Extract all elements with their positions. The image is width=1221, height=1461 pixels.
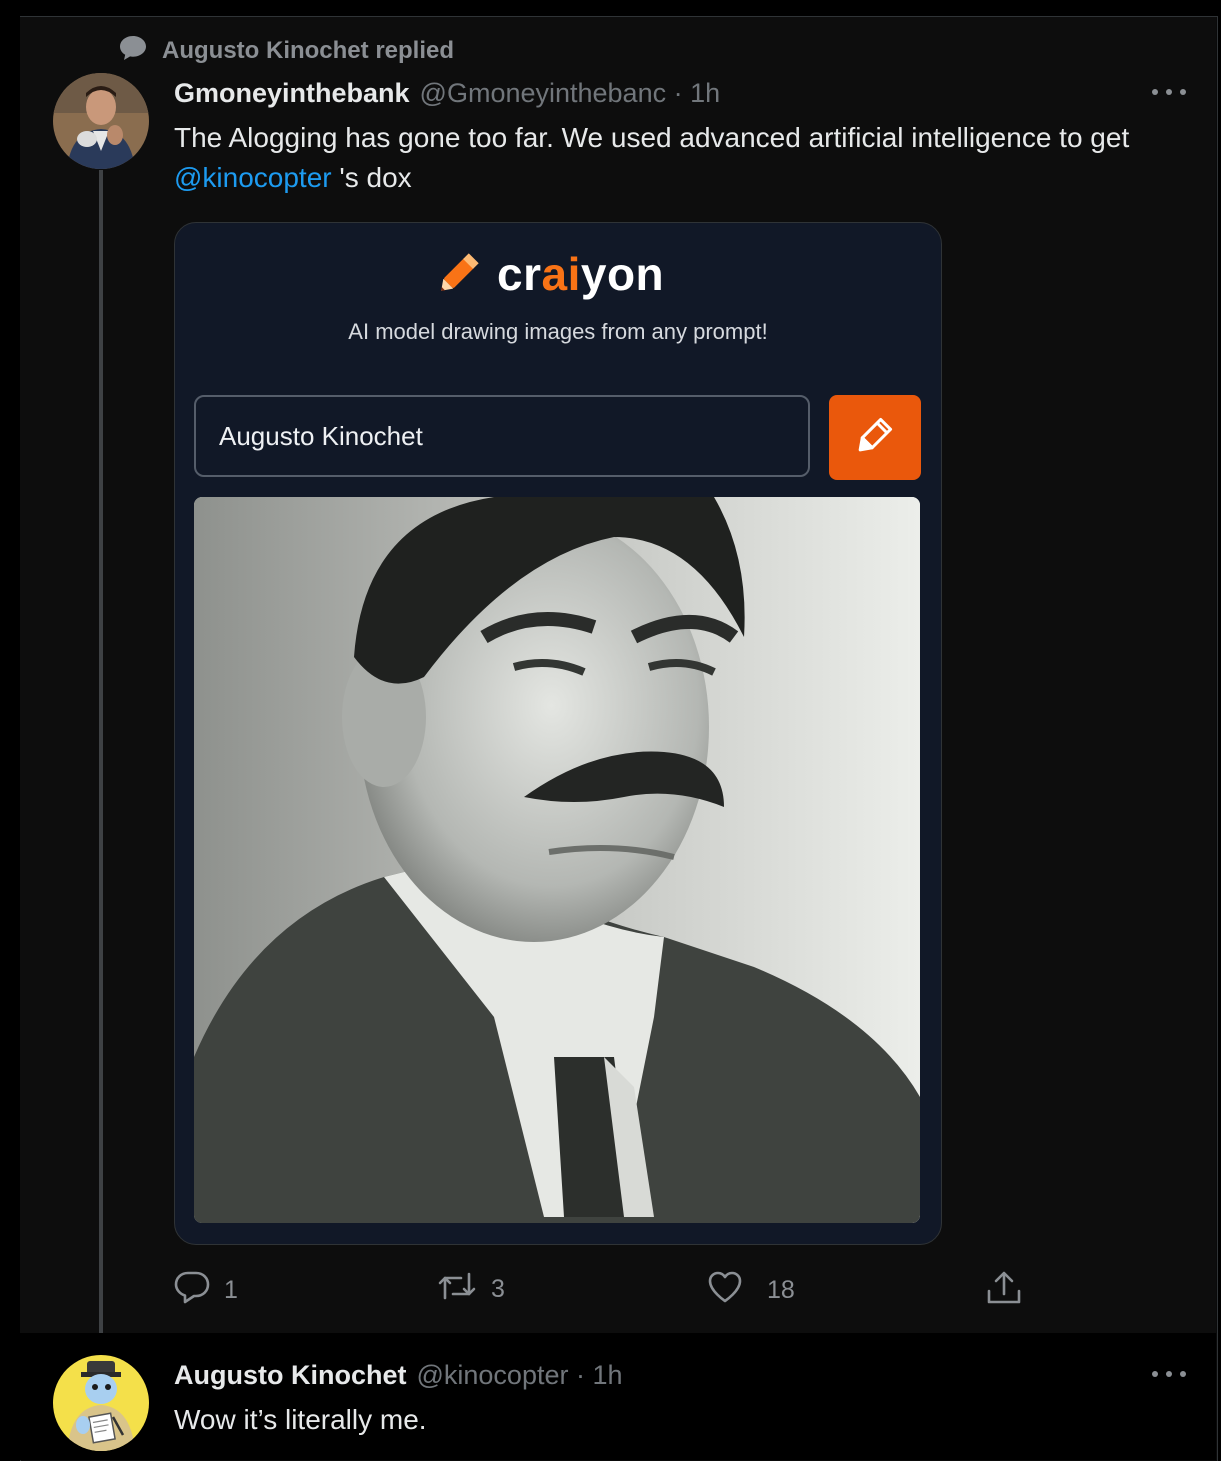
retweet-count: 3 — [491, 1275, 505, 1303]
brand-part: cr — [497, 247, 542, 300]
more-options-icon[interactable] — [1152, 89, 1186, 97]
avatar-gmoneyinthebank[interactable] — [53, 73, 149, 169]
tweet-text-part: The Alogging has gone too far. We used a… — [174, 122, 1130, 153]
display-name[interactable]: Gmoneyinthebank — [174, 78, 410, 109]
reply-icon — [174, 1270, 210, 1311]
prompt-input[interactable]: Augusto Kinochet — [194, 395, 810, 477]
generated-portrait-image[interactable] — [194, 497, 920, 1223]
tweet-text-part: 's dox — [331, 162, 412, 193]
like-action[interactable]: 18 — [707, 1270, 795, 1311]
handle-and-time[interactable]: @kinocopter · 1h — [416, 1360, 622, 1391]
reply-count: 1 — [224, 1276, 238, 1304]
more-options-icon[interactable] — [1152, 1371, 1186, 1379]
craiyon-wordmark: craiyon — [497, 247, 664, 301]
tweet2-header: Augusto Kinochet @kinocopter · 1h — [174, 1360, 623, 1391]
display-name[interactable]: Augusto Kinochet — [174, 1360, 406, 1391]
craiyon-tagline: AI model drawing images from any prompt! — [348, 319, 768, 344]
like-count: 18 — [767, 1276, 795, 1304]
tweet-kinocopter[interactable] — [20, 1333, 1216, 1460]
craiyon-logo: craiyon — [435, 245, 664, 302]
share-action[interactable] — [985, 1270, 1023, 1313]
pencil-icon — [850, 410, 900, 465]
tweet1-header: Gmoneyinthebank @Gmoneyinthebanc · 1h — [174, 78, 720, 109]
share-icon — [985, 1270, 1023, 1313]
craiyon-screenshot-card[interactable]: craiyon AI model drawing images from any… — [174, 222, 942, 1245]
heart-icon — [707, 1270, 743, 1311]
mention-link[interactable]: @kinocopter — [174, 162, 332, 193]
tweet1-text: The Alogging has gone too far. We used a… — [174, 118, 1184, 198]
avatar-kinocopter[interactable] — [53, 1355, 149, 1451]
tweet2-text: Wow it’s literally me. — [174, 1404, 427, 1435]
brand-part-ai: ai — [541, 247, 581, 300]
thread-line — [99, 170, 103, 1350]
reply-action[interactable]: 1 — [174, 1270, 238, 1311]
handle-and-time[interactable]: @Gmoneyinthebanc · 1h — [420, 78, 721, 109]
reply-context: Augusto Kinochet replied — [118, 34, 454, 67]
retweet-icon — [437, 1270, 477, 1309]
brand-part: yon — [580, 247, 665, 300]
reply-context-text: Augusto Kinochet replied — [162, 36, 455, 64]
draw-button[interactable] — [829, 395, 921, 480]
pencil-logo-icon — [435, 245, 487, 302]
retweet-action[interactable]: 3 — [437, 1270, 505, 1309]
speech-bubble-icon — [118, 34, 148, 67]
